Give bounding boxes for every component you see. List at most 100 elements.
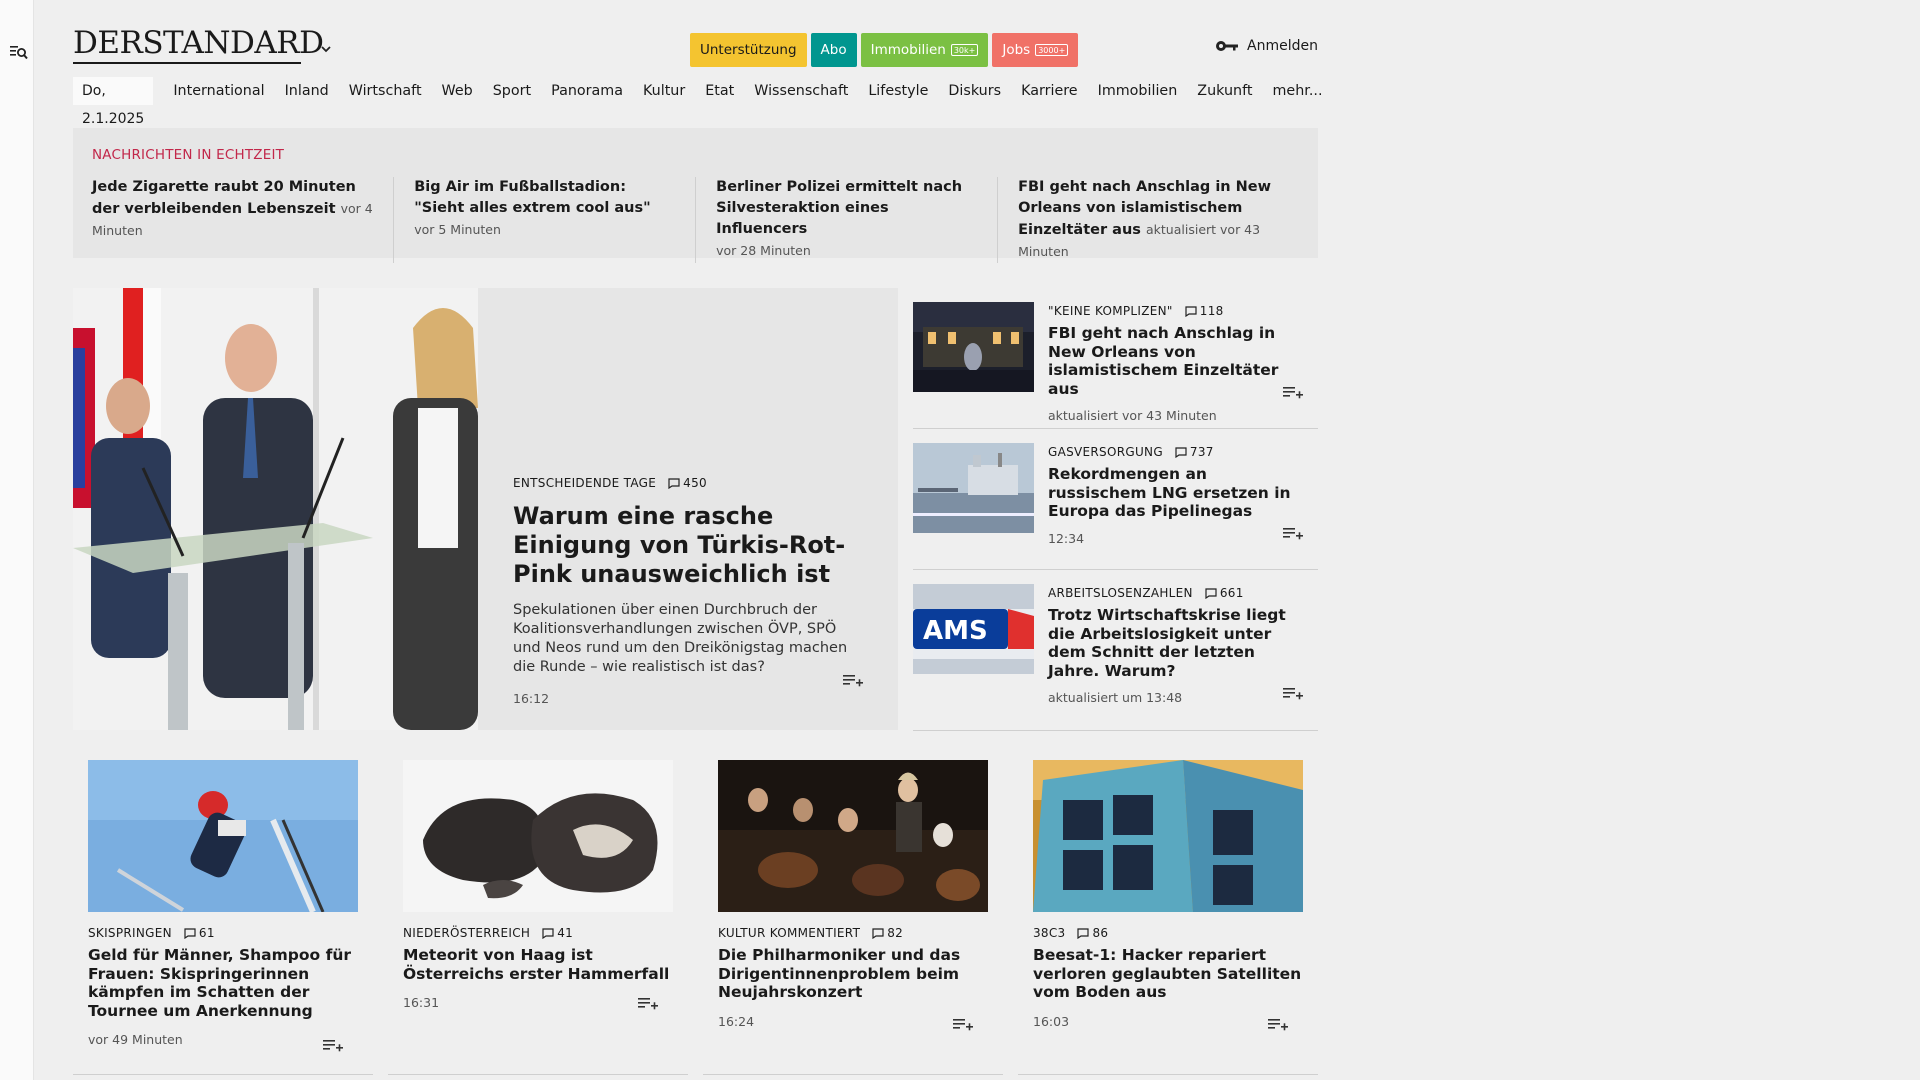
lead-kicker: ENTSCHEIDENDE TAGE 450: [513, 476, 868, 490]
live-ticker: NACHRICHTEN IN ECHTZEIT Jede Zigarette r…: [73, 128, 1318, 263]
story-card[interactable]: 38C3 86 Beesat-1: Hacker repariert verlo…: [1018, 760, 1318, 1075]
card-title[interactable]: Die Philharmoniker und das Diri­gentinne…: [718, 946, 988, 1002]
nav-item-diskurs[interactable]: Diskurs: [938, 83, 1011, 99]
story-card[interactable]: KULTUR KOMMENTIERT 82 Die Philharmoniker…: [703, 760, 1003, 1075]
card-photo[interactable]: [718, 760, 988, 912]
teaser-kicker: GASVERSORGUNG 737: [1048, 445, 1303, 459]
nav-item-kultur[interactable]: Kultur: [633, 83, 695, 99]
teaser-time: 12:34: [1048, 530, 1085, 546]
side-teaser[interactable]: GASVERSORGUNG 737 Rekordmengen an russis…: [913, 429, 1318, 570]
lead-body: ENTSCHEIDENDE TAGE 450 Warum eine rasche…: [513, 476, 868, 706]
lead-story[interactable]: ENTSCHEIDENDE TAGE 450 Warum eine rasche…: [73, 288, 898, 730]
add-to-list-icon[interactable]: [953, 1018, 973, 1032]
chevron-down-icon[interactable]: [321, 44, 331, 54]
comment-count-value: 41: [557, 926, 574, 940]
nav-item-web[interactable]: Web: [432, 83, 483, 99]
ticker-item[interactable]: Jede Zigarette raubt 20 Minuten der verb…: [92, 177, 393, 263]
lead-photo[interactable]: [73, 288, 478, 730]
ticker-list: Jede Zigarette raubt 20 Minuten der verb…: [92, 177, 1299, 263]
login-label: Anmelden: [1247, 38, 1318, 54]
kicker-label: ENTSCHEIDENDE TAGE: [513, 476, 657, 490]
header: DERSTANDARD Unterstützung Abo Immobilien…: [73, 0, 1318, 67]
add-to-list-icon[interactable]: [1283, 527, 1303, 541]
add-to-list-icon[interactable]: [323, 1039, 343, 1053]
lead-title[interactable]: Warum eine rasche Einigung von Türkis-Ro…: [513, 502, 868, 589]
nav-item-zukunft[interactable]: Zukunft: [1187, 83, 1262, 99]
add-to-list-icon[interactable]: [843, 674, 863, 688]
nav-item-inland[interactable]: Inland: [275, 83, 339, 99]
teaser-title[interactable]: Trotz Wirtschaftskrise liegt die Arbeits…: [1048, 606, 1303, 680]
comment-count[interactable]: 86: [1077, 926, 1108, 940]
add-to-list-icon[interactable]: [1268, 1018, 1288, 1032]
left-rail: [0, 0, 34, 1080]
nav-item-lifestyle[interactable]: Lifestyle: [858, 83, 938, 99]
story-card[interactable]: NIEDERÖSTERREICH 41 Meteorit von Haag is…: [388, 760, 688, 1075]
teaser-photo[interactable]: [913, 302, 1034, 392]
comment-count-value: 737: [1189, 445, 1214, 459]
teaser-photo[interactable]: [913, 443, 1034, 533]
add-to-list-icon[interactable]: [638, 997, 658, 1011]
teaser-kicker: ARBEITSLOSENZAHLEN 661: [1048, 586, 1303, 600]
pill-unterstuetzung[interactable]: Unterstützung: [690, 33, 807, 67]
nav-item-immobilien[interactable]: Immobilien: [1088, 83, 1188, 99]
story-card[interactable]: SKISPRINGEN 61 Geld für Männer, Shampoo …: [73, 760, 373, 1075]
nav-item-international[interactable]: International: [163, 83, 274, 99]
card-photo[interactable]: [1033, 760, 1303, 912]
card-photo[interactable]: [403, 760, 673, 912]
pill-label: Immobilien: [870, 42, 946, 58]
main-nav: Do, 2.1.2025 International Inland Wirtsc…: [73, 77, 1333, 127]
side-teaser[interactable]: "KEINE KOMPLIZEN" 118 FBI geht nach Ansc…: [913, 288, 1318, 429]
ticker-item[interactable]: FBI geht nach Anschlag in New Or­leans v…: [997, 177, 1299, 263]
comment-count-value: 86: [1092, 926, 1109, 940]
ticker-time: vor 28 Minuten: [716, 243, 811, 258]
kicker-label: 38C3: [1033, 926, 1066, 940]
kicker-label: ARBEITSLOSENZAHLEN: [1048, 586, 1193, 600]
comment-count[interactable]: 41: [542, 926, 573, 940]
comment-count[interactable]: 118: [1185, 304, 1224, 318]
card-time: vor 49 Minuten: [88, 1032, 183, 1047]
card-kicker: KULTUR KOMMENTIERT 82: [718, 926, 988, 940]
nav-item-etat[interactable]: Etat: [695, 83, 744, 99]
ticker-headline: Berliner Polizei ermittelt nach Silves­t…: [716, 179, 963, 237]
comment-count[interactable]: 61: [184, 926, 215, 940]
login-button[interactable]: Anmelden: [1215, 38, 1318, 54]
card-title[interactable]: Geld für Männer, Shampoo für Frauen: Ski…: [88, 946, 358, 1020]
comment-count[interactable]: 737: [1175, 445, 1214, 459]
pill-jobs[interactable]: Jobs 3000+: [992, 33, 1079, 67]
search-menu-icon[interactable]: [10, 44, 28, 60]
card-photo[interactable]: [88, 760, 358, 912]
comment-icon: [872, 927, 884, 939]
card-title[interactable]: Meteorit von Haag ist Österreichs erster…: [403, 946, 673, 983]
comment-count[interactable]: 450: [668, 476, 707, 490]
comment-count[interactable]: 82: [872, 926, 903, 940]
kicker-label: NIEDERÖSTERREICH: [403, 926, 531, 940]
site-logo[interactable]: DERSTANDARD: [73, 28, 324, 59]
pill-label: Abo: [820, 42, 847, 58]
pill-immobilien[interactable]: Immobilien 30k+: [860, 33, 989, 67]
story-grid: SKISPRINGEN 61 Geld für Männer, Shampoo …: [73, 760, 1318, 1075]
nav-item-sport[interactable]: Sport: [483, 83, 541, 99]
nav-item-karriere[interactable]: Karriere: [1011, 83, 1088, 99]
nav-item-wissenschaft[interactable]: Wissenschaft: [744, 83, 858, 99]
add-to-list-icon[interactable]: [1283, 687, 1303, 701]
nav-item-mehr[interactable]: mehr...: [1263, 83, 1333, 99]
side-teaser[interactable]: AMS ARBEITSLOSENZAHLEN 661 Trotz Wirtsch…: [913, 570, 1318, 731]
ticker-headline: Jede Zigarette raubt 20 Minuten der verb…: [92, 179, 356, 217]
lead-time: 16:12: [513, 691, 550, 706]
comment-count-value: 450: [683, 476, 707, 490]
ticker-item[interactable]: Berliner Polizei ermittelt nach Silves­t…: [695, 177, 997, 263]
pill-label: Unterstützung: [700, 42, 797, 58]
teaser-photo[interactable]: AMS: [913, 584, 1034, 674]
add-to-list-icon[interactable]: [1283, 386, 1303, 400]
teaser-title[interactable]: Rekordmengen an russischem LNG ersetzen …: [1048, 465, 1303, 521]
card-title[interactable]: Beesat-1: Hacker repariert verloren gegl…: [1033, 946, 1303, 1002]
pill-abo[interactable]: Abo: [810, 33, 857, 67]
nav-item-wirtschaft[interactable]: Wirtschaft: [339, 83, 432, 99]
card-kicker: NIEDERÖSTERREICH 41: [403, 926, 673, 940]
teaser-title[interactable]: FBI geht nach Anschlag in New Orleans vo…: [1048, 324, 1303, 398]
nav-item-panorama[interactable]: Panorama: [541, 83, 633, 99]
comment-count-value: 61: [198, 926, 215, 940]
ticker-item[interactable]: Big Air im Fußballstadion: "Sieht alles …: [393, 177, 695, 263]
teaser-photo-logo-text: AMS: [923, 616, 988, 646]
comment-count[interactable]: 661: [1205, 586, 1244, 600]
